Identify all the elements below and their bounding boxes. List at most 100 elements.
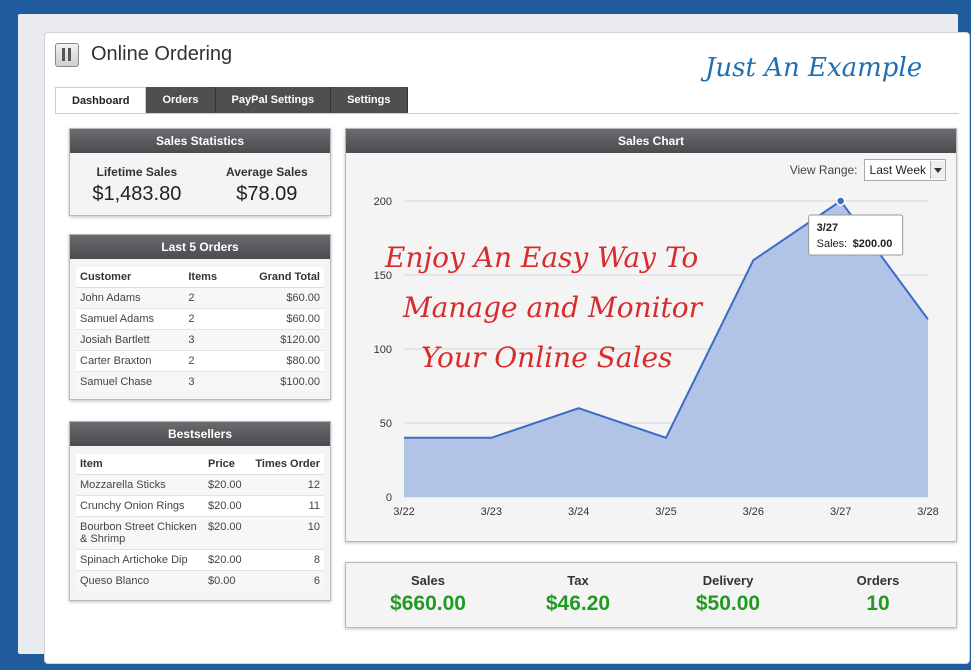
total-value: 10: [866, 592, 890, 615]
cell: 2: [184, 287, 233, 309]
app-canvas: Online Ordering Just An Example Dashboar…: [44, 32, 970, 664]
tooltip-date: 3/27: [817, 222, 838, 234]
cell: Bourbon Street Chicken & Shrimp: [76, 516, 204, 550]
cell: Samuel Chase: [76, 371, 185, 392]
promo-line: Your Online Sales: [421, 341, 673, 374]
data-point: [835, 196, 846, 206]
table-row[interactable]: Carter Braxton 2 $80.00: [76, 350, 324, 372]
tooltip-label: Sales:: [817, 238, 848, 250]
total-label: Sales: [411, 573, 445, 588]
cell: $80.00: [232, 350, 324, 372]
app-title: Online Ordering: [91, 43, 233, 65]
tab-paypal-settings[interactable]: PayPal Settings: [215, 87, 332, 113]
tab-dashboard[interactable]: Dashboard: [55, 87, 147, 114]
x-tick-label: 3/22: [393, 506, 414, 518]
table-row[interactable]: Crunchy Onion Rings $20.00 11: [76, 495, 324, 517]
average-sales-stat: Average Sales $78.09: [226, 165, 308, 206]
total-value: $46.20: [545, 592, 611, 615]
x-tick-label: 3/26: [743, 506, 764, 518]
x-tick-label: 3/23: [481, 506, 502, 518]
total-tax: Tax $46.20: [508, 573, 648, 616]
cell: $20.00: [204, 549, 248, 571]
total-value: $660.00: [390, 592, 466, 615]
cell: 8: [247, 549, 324, 571]
table-row[interactable]: Spinach Artichoke Dip $20.00 8: [76, 549, 324, 571]
total-label: Tax: [567, 573, 589, 588]
cell: $120.00: [232, 329, 324, 351]
stat-value: $1,483.80: [92, 183, 182, 205]
total-value: $50.00: [695, 592, 761, 615]
total-label: Orders: [856, 573, 900, 588]
table-row[interactable]: Mozzarella Sticks $20.00 12: [76, 474, 324, 496]
table-row[interactable]: John Adams 2 $60.00: [76, 287, 324, 309]
column-header: Price: [204, 454, 248, 475]
stat-label: Lifetime Sales: [96, 165, 178, 179]
cell: Josiah Bartlett: [76, 329, 185, 351]
window-frame: Online Ordering Just An Example Dashboar…: [18, 14, 970, 664]
column-header: Item: [76, 454, 204, 475]
totals-panel: Sales $660.00 Tax $46.20 Delivery $50.00…: [345, 562, 957, 628]
cell: $0.00: [204, 570, 248, 591]
promo-text: Enjoy An Easy Way To Manage and Monitor …: [385, 233, 702, 383]
y-tick-label: 0: [386, 492, 392, 504]
cell: 3: [184, 371, 233, 392]
lifetime-sales-stat: Lifetime Sales $1,483.80: [92, 165, 181, 206]
cell: Samuel Adams: [76, 308, 185, 330]
view-range-value: Last Week: [869, 163, 926, 177]
x-tick-label: 3/25: [655, 506, 676, 518]
cell: John Adams: [76, 287, 185, 309]
last-orders-table: Customer Items Grand Total John Adams 2 $6…: [76, 267, 324, 392]
table-header-row: Item Price Times Order: [76, 454, 324, 475]
cell: $60.00: [232, 287, 324, 309]
cell: 3: [184, 329, 233, 351]
total-label: Delivery: [702, 573, 754, 588]
y-tick-label: 200: [374, 196, 392, 208]
cell: Queso Blanco: [76, 570, 204, 591]
cell: 2: [184, 308, 233, 330]
cell: Crunchy Onion Rings: [76, 495, 204, 517]
tooltip-value: $200.00: [853, 238, 893, 250]
panel-title: Bestsellers: [70, 422, 330, 446]
app-settings-icon: [55, 43, 79, 67]
cell: $20.00: [204, 516, 248, 550]
panel-title: Last 5 Orders: [70, 235, 330, 259]
stat-value: $78.09: [236, 183, 298, 205]
y-tick-label: 50: [380, 418, 392, 430]
table-row[interactable]: Samuel Chase 3 $100.00: [76, 371, 324, 392]
cell: $100.00: [232, 371, 324, 392]
promo-line: Enjoy An Easy Way To: [385, 241, 699, 274]
cell: 6: [247, 570, 324, 591]
table-header-row: Customer Items Grand Total: [76, 267, 324, 288]
cell: Spinach Artichoke Dip: [76, 549, 204, 571]
total-sales: Sales $660.00: [358, 573, 498, 616]
cell: $60.00: [232, 308, 324, 330]
cell: 11: [247, 495, 324, 517]
x-tick-label: 3/24: [568, 506, 589, 518]
table-row[interactable]: Josiah Bartlett 3 $120.00: [76, 329, 324, 351]
chevron-down-icon: [930, 161, 945, 179]
table-row[interactable]: Samuel Adams 2 $60.00: [76, 308, 324, 330]
view-range: View Range: Last Week: [790, 159, 946, 181]
column-header: Times Order: [247, 454, 324, 475]
cell: 2: [184, 350, 233, 372]
cell: Mozzarella Sticks: [76, 474, 204, 496]
view-range-label: View Range:: [789, 163, 858, 177]
x-tick-label: 3/28: [917, 506, 938, 518]
column-header: Customer: [76, 267, 185, 288]
tab-divider: [55, 113, 959, 114]
cell: $20.00: [204, 474, 248, 496]
table-row[interactable]: Bourbon Street Chicken & Shrimp $20.00 10: [76, 516, 324, 550]
table-row[interactable]: Queso Blanco $0.00 6: [76, 570, 324, 591]
cell: 12: [247, 474, 324, 496]
tab-bar: Dashboard Orders PayPal Settings Setting…: [55, 87, 408, 114]
tab-orders[interactable]: Orders: [146, 87, 216, 113]
total-orders: Orders 10: [808, 573, 948, 616]
stat-label: Average Sales: [226, 165, 308, 179]
tab-settings[interactable]: Settings: [331, 87, 408, 113]
last-orders-panel: Last 5 Orders Customer Items Grand Total…: [69, 234, 331, 400]
view-range-select[interactable]: Last Week: [863, 159, 946, 181]
watermark-text: Just An Example: [705, 53, 923, 83]
panel-title: Sales Statistics: [70, 129, 330, 153]
cell: Carter Braxton: [76, 350, 185, 372]
total-delivery: Delivery $50.00: [658, 573, 798, 616]
